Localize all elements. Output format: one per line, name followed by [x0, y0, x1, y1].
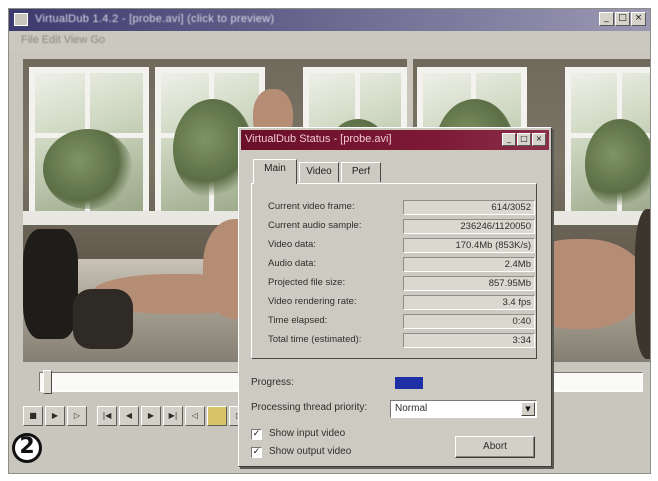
current-video-frame-value: 614/3052 — [403, 200, 535, 215]
current-audio-sample-label: Current audio sample: — [268, 220, 362, 231]
show-output-video-checkbox[interactable]: ✓ — [251, 447, 262, 458]
play-output-icon[interactable]: ▷ — [67, 406, 87, 426]
time-elapsed-label: Time elapsed: — [268, 315, 328, 326]
play-input-icon[interactable]: ▶ — [45, 406, 65, 426]
audio-data-label: Audio data: — [268, 258, 317, 269]
minimize-button[interactable]: _ — [599, 12, 614, 26]
page: VirtualDub 1.4.2 - [probe.avi] (click to… — [0, 0, 658, 481]
status-dialog: VirtualDub Status - [probe.avi] _ □ × Ma… — [238, 127, 552, 467]
status-dialog-title-bar[interactable]: VirtualDub Status - [probe.avi] _ □ × — [241, 130, 549, 150]
video-data-value: 170.4Mb (853K/s) — [403, 238, 535, 253]
show-input-video-checkbox[interactable]: ✓ — [251, 429, 262, 440]
circled-number-logo: 2 — [12, 433, 42, 463]
open-folder-icon[interactable] — [207, 406, 227, 426]
dialog-maximize-button[interactable]: □ — [517, 133, 531, 146]
total-time-value: 3:34 — [403, 333, 535, 348]
current-video-frame-label: Current video frame: — [268, 201, 355, 212]
priority-label: Processing thread priority: — [251, 402, 368, 413]
tab-main[interactable]: Main — [253, 159, 297, 184]
total-time-label: Total time (estimated): — [268, 334, 362, 345]
priority-selected-value: Normal — [395, 403, 428, 414]
tab-video[interactable]: Video — [299, 162, 339, 182]
close-button[interactable]: × — [631, 12, 646, 26]
app-icon — [14, 13, 28, 26]
menu-items[interactable]: File Edit View Go — [21, 34, 105, 46]
projected-file-size-value: 857.95Mb — [403, 276, 535, 291]
stat-row: Video data: 170.4Mb (853K/s) — [268, 238, 535, 254]
status-dialog-title: VirtualDub Status - [probe.avi] — [245, 133, 392, 145]
projected-file-size-label: Projected file size: — [268, 277, 346, 288]
show-output-video-label: Show output video — [269, 446, 352, 457]
stat-row: Time elapsed: 0:40 — [268, 314, 535, 330]
maximize-button[interactable]: □ — [615, 12, 630, 26]
progress-bar — [395, 377, 535, 389]
main-window-controls: _ □ × — [599, 12, 646, 26]
key-previous-icon[interactable]: ◁ — [185, 406, 205, 426]
stat-row: Projected file size: 857.95Mb — [268, 276, 535, 292]
tab-perf[interactable]: Perf — [341, 162, 381, 182]
stat-row: Current video frame: 614/3052 — [268, 200, 535, 216]
main-window-title: VirtualDub 1.4.2 - [probe.avi] (click to… — [35, 13, 275, 25]
abort-button[interactable]: Abort — [455, 436, 535, 458]
go-start-icon[interactable]: |◀ — [97, 406, 117, 426]
dialog-window-controls: _ □ × — [502, 133, 546, 146]
transport-toolbar: ■ ▶ ▷ |◀ ◀ ▶ ▶| ◁ ▷ — [23, 406, 249, 428]
dialog-close-button[interactable]: × — [532, 133, 546, 146]
window-frame-edge — [621, 427, 650, 467]
step-forward-icon[interactable]: ▶ — [141, 406, 161, 426]
time-elapsed-value: 0:40 — [403, 314, 535, 329]
stat-row: Current audio sample: 236246/1120050 — [268, 219, 535, 235]
menu-bar: File Edit View Go — [9, 31, 650, 51]
stat-row: Audio data: 2.4Mb — [268, 257, 535, 273]
position-thumb[interactable] — [43, 370, 52, 394]
stop-icon[interactable]: ■ — [23, 406, 43, 426]
current-audio-sample-value: 236246/1120050 — [403, 219, 535, 234]
progress-label: Progress: — [251, 377, 294, 388]
progress-bar-fill — [395, 377, 423, 389]
show-input-video-label: Show input video — [269, 428, 346, 439]
main-tab-panel: Current video frame: 614/3052 Current au… — [251, 183, 537, 359]
video-rendering-rate-value: 3.4 fps — [403, 295, 535, 310]
go-end-icon[interactable]: ▶| — [163, 406, 183, 426]
priority-select[interactable]: Normal ▼ — [390, 400, 537, 418]
video-rendering-rate-label: Video rendering rate: — [268, 296, 357, 307]
audio-data-value: 2.4Mb — [403, 257, 535, 272]
dialog-minimize-button[interactable]: _ — [502, 133, 516, 146]
stat-row: Total time (estimated): 3:34 — [268, 333, 535, 349]
main-title-bar[interactable]: VirtualDub 1.4.2 - [probe.avi] (click to… — [9, 9, 650, 31]
step-back-icon[interactable]: ◀ — [119, 406, 139, 426]
chevron-down-icon[interactable]: ▼ — [521, 402, 535, 416]
stat-row: Video rendering rate: 3.4 fps — [268, 295, 535, 311]
video-data-label: Video data: — [268, 239, 316, 250]
